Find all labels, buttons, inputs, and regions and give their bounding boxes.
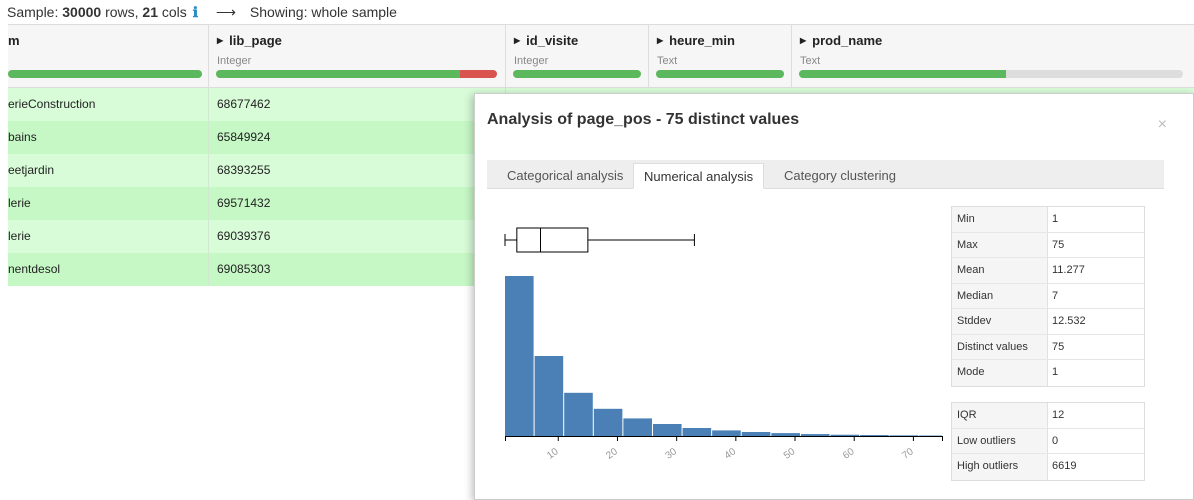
quality-bar xyxy=(513,70,641,78)
stat-row-max: Max 75 xyxy=(952,232,1144,258)
quality-bar-ok xyxy=(656,70,784,78)
quality-bar xyxy=(799,70,1183,78)
quality-bar xyxy=(216,70,497,78)
x-tick-label: 40 xyxy=(723,446,739,462)
stat-row-iqr: IQR 12 xyxy=(952,403,1144,429)
table-cell[interactable]: bains xyxy=(8,121,209,154)
column-name: ▶ heure_min xyxy=(657,33,735,48)
quality-bar xyxy=(8,70,202,78)
stat-row-median: Median 7 xyxy=(952,283,1144,309)
sample-prefix: Sample: xyxy=(7,4,59,20)
modal-title: Analysis of page_pos - 75 distinct value… xyxy=(487,111,800,128)
numerical-chart: 10 20 30 40 50 60 70 xyxy=(504,227,943,462)
stats-table-main: Min 1 Max 75 Mean 11.277 Median 7 Stddev 12.5… xyxy=(951,206,1145,387)
column-header-lib-page[interactable]: ▶ lib_page Integer xyxy=(209,25,506,88)
column-header-heure-min[interactable]: ▶ heure_min Text xyxy=(649,25,792,88)
boxplot-box xyxy=(516,227,589,253)
column-header-prod-name[interactable]: ▶ prod_name Text xyxy=(792,25,1194,88)
grid-header: m ▶ lib_page Integer ▶ id_visite Integer ▶… xyxy=(8,24,1194,88)
sample-cols-count: 21 xyxy=(142,4,158,20)
quality-bar-ok xyxy=(799,70,1007,78)
stat-row-mean: Mean 11.277 xyxy=(952,258,1144,284)
table-cell[interactable]: 69039376 xyxy=(209,220,506,253)
sample-info-bar: Sample: 30000 rows, 21 cols ℹ ⟶ Showing:… xyxy=(0,0,1194,24)
caret-right-icon: ▶ xyxy=(800,36,807,45)
histogram-bar xyxy=(682,428,712,436)
column-name: ▶ lib_page xyxy=(217,33,282,48)
x-tick-label: 10 xyxy=(545,446,561,462)
histogram-bar xyxy=(741,432,771,436)
stat-row-mode: Mode 1 xyxy=(952,360,1144,386)
column-name: ▶ id_visite xyxy=(514,33,579,48)
column-type: Integer xyxy=(217,55,252,67)
histogram-bar xyxy=(889,435,919,436)
column-header[interactable]: m xyxy=(8,25,209,88)
column-type: Text xyxy=(800,55,821,67)
quality-bar-ok xyxy=(8,70,202,78)
table-cell[interactable]: 69085303 xyxy=(209,253,506,286)
caret-right-icon: ▶ xyxy=(217,36,224,45)
analysis-modal: Analysis of page_pos - 75 distinct value… xyxy=(474,93,1194,500)
analysis-tabs: Categorical analysis Numerical analysis … xyxy=(487,160,1164,189)
column-type: Text xyxy=(657,55,678,67)
histogram-bar xyxy=(652,424,682,436)
quality-bar-ok xyxy=(513,70,641,78)
tab-category-clustering[interactable]: Category clustering xyxy=(774,163,906,189)
table-cell[interactable]: lerie xyxy=(8,187,209,220)
column-header-id-visite[interactable]: ▶ id_visite Integer xyxy=(506,25,649,88)
x-tick-label: 70 xyxy=(900,446,916,462)
histogram-bar xyxy=(564,392,593,436)
table-cell[interactable]: lerie xyxy=(8,220,209,253)
x-tick-label: 30 xyxy=(664,446,680,462)
stat-row-min: Min 1 xyxy=(952,207,1144,233)
table-cell[interactable]: 69571432 xyxy=(209,187,506,220)
info-icon[interactable]: ℹ xyxy=(193,4,198,20)
table-cell[interactable]: 65849924 xyxy=(209,121,506,154)
x-tick-label: 20 xyxy=(604,446,620,462)
sample-showing[interactable]: Showing: whole sample xyxy=(250,4,397,20)
arrow-right-icon: ⟶ xyxy=(215,4,236,20)
sample-rows-label: rows, xyxy=(105,4,139,20)
stat-row-high-outliers: High outliers 6619 xyxy=(952,454,1144,480)
histogram-bar xyxy=(505,276,534,436)
histogram-bar xyxy=(830,434,860,436)
histogram-bar xyxy=(623,418,652,436)
stat-row-stddev: Stddev 12.532 xyxy=(952,309,1144,335)
quality-bar xyxy=(656,70,784,78)
column-type: Integer xyxy=(514,55,549,67)
x-tick-label: 60 xyxy=(841,446,857,462)
histogram-bar xyxy=(860,435,889,436)
stat-row-distinct: Distinct values 75 xyxy=(952,334,1144,360)
histogram-bar xyxy=(771,433,800,436)
caret-right-icon: ▶ xyxy=(514,36,521,45)
table-cell[interactable]: eetjardin xyxy=(8,154,209,187)
sample-cols-label: cols xyxy=(161,4,187,20)
histogram-bar xyxy=(800,434,830,436)
stats-table-outliers: IQR 12 Low outliers 0 High outliers 6619 xyxy=(951,402,1145,481)
table-cell[interactable]: nentdesol xyxy=(8,253,209,286)
table-cell[interactable]: 68677462 xyxy=(209,88,506,121)
tab-numerical-analysis[interactable]: Numerical analysis xyxy=(633,163,765,189)
column-name: ▶ prod_name xyxy=(800,33,883,48)
close-icon[interactable]: × xyxy=(1158,116,1167,134)
quality-bar-invalid xyxy=(460,70,497,78)
histogram-bar xyxy=(712,430,741,436)
sample-rows-count: 30000 xyxy=(62,4,102,20)
table-cell[interactable]: erieConstruction xyxy=(8,88,209,121)
tab-categorical-analysis[interactable]: Categorical analysis xyxy=(497,163,633,189)
stat-row-low-outliers: Low outliers 0 xyxy=(952,428,1144,454)
table-cell[interactable]: 68393255 xyxy=(209,154,506,187)
x-tick-label: 50 xyxy=(782,446,798,462)
quality-bar-ok xyxy=(216,70,461,78)
caret-right-icon: ▶ xyxy=(657,36,664,45)
column-name: m xyxy=(8,33,20,48)
histogram-bar xyxy=(593,408,623,436)
histogram-bar xyxy=(534,356,564,436)
